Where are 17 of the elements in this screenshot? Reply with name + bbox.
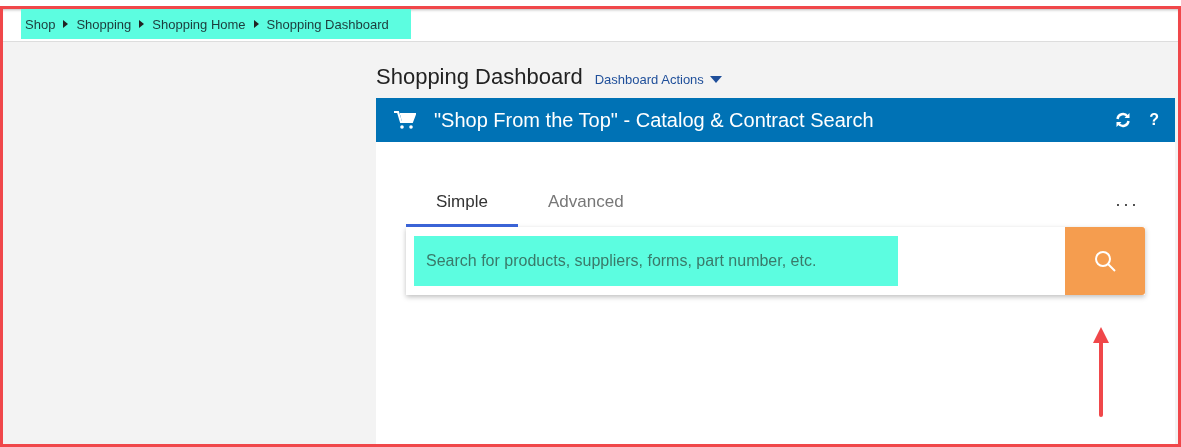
search-icon (1093, 249, 1117, 273)
breadcrumb-link[interactable]: Shopping Dashboard (266, 16, 389, 32)
cart-icon (394, 110, 416, 130)
help-button[interactable]: ? (1149, 111, 1159, 129)
more-options-button[interactable]: ··· (1109, 194, 1145, 227)
search-field[interactable]: Search for products, suppliers, forms, part number, etc. (414, 236, 898, 286)
breadcrumb-separator-icon (253, 20, 259, 28)
breadcrumb-separator-icon (63, 20, 69, 28)
breadcrumb-link[interactable]: Shopping (76, 16, 132, 32)
page-title: Shopping Dashboard (376, 64, 583, 90)
dashboard-actions-menu[interactable]: Dashboard Actions (594, 72, 722, 87)
search-tab[interactable]: Advanced (517, 184, 654, 227)
breadcrumb-separator-icon (139, 20, 145, 28)
card-title: "Shop From the Top" - Catalog & Contract Search (434, 108, 875, 132)
breadcrumb-link[interactable]: Shopping Home (152, 16, 246, 32)
breadcrumb-link[interactable]: Shop (25, 16, 56, 32)
refresh-icon[interactable] (1115, 112, 1132, 128)
